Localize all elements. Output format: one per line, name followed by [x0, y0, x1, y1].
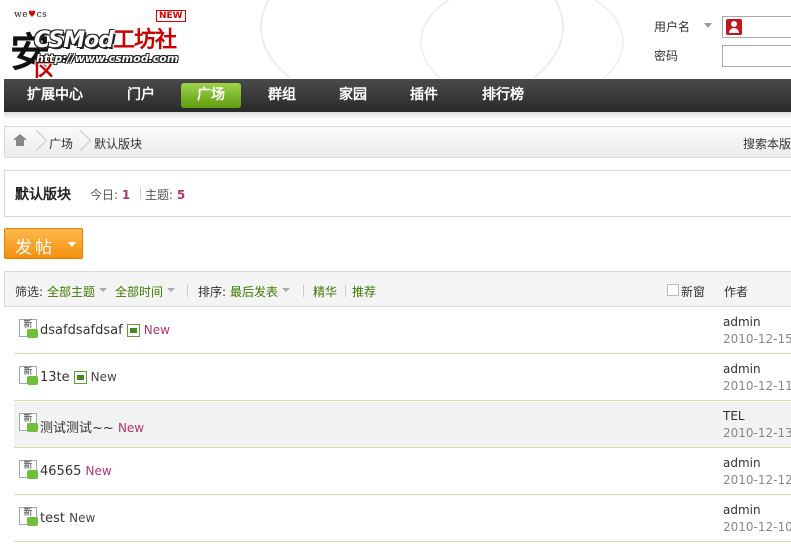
search-forum-link[interactable]: 搜索本版: [743, 135, 791, 152]
breadcrumb-separator: [77, 127, 87, 157]
thread-author[interactable]: admin: [723, 315, 761, 329]
new-post-button[interactable]: 发帖: [4, 228, 83, 259]
breadcrumb-separator: [33, 127, 43, 157]
table-row: 新 测试测试~~ New TEL 2010-12-13: [14, 402, 791, 448]
thread-author[interactable]: admin: [723, 362, 761, 376]
table-row: 新 46565 New admin 2010-12-12: [14, 449, 791, 495]
table-row: 新 test New admin 2010-12-10: [14, 496, 791, 542]
new-label: New: [143, 323, 170, 337]
chevron-down-icon: [68, 242, 76, 247]
thread-author[interactable]: TEL: [723, 409, 745, 423]
logo-new-badge: NEW: [156, 10, 186, 22]
divider: [303, 285, 304, 297]
today-stat: 今日: 1: [90, 188, 131, 202]
thread-subject[interactable]: test: [40, 511, 65, 526]
thread-subject[interactable]: 46565: [40, 464, 81, 479]
new-window-label: 新窗: [681, 285, 706, 299]
chevron-down-icon[interactable]: [99, 288, 107, 292]
new-label: New: [85, 464, 112, 478]
filter-all-topics[interactable]: 全部主题: [47, 283, 95, 300]
nav-item-plugins[interactable]: 插件: [410, 79, 438, 112]
new-label: New: [90, 370, 117, 384]
filter-label: 筛选:: [15, 285, 44, 299]
nav-item-home[interactable]: 家园: [339, 79, 367, 112]
thread-subject-line: 测试测试~~ New: [40, 417, 144, 436]
thread-author[interactable]: admin: [723, 456, 761, 470]
chevron-down-icon[interactable]: [282, 288, 290, 292]
nav-item-extensions[interactable]: 扩展中心: [27, 79, 83, 112]
chevron-down-icon[interactable]: [704, 23, 712, 28]
thread-date: 2010-12-15: [723, 332, 791, 346]
thread-subject-line: test New: [40, 511, 95, 526]
table-row: 新 13te New admin 2010-12-11: [14, 355, 791, 401]
thread-date: 2010-12-10: [723, 520, 791, 534]
new-thread-icon: 新: [19, 366, 38, 385]
new-thread-icon: 新: [19, 413, 38, 432]
sort-label: 排序:: [198, 285, 227, 299]
thread-subject[interactable]: 13te: [40, 370, 70, 385]
breadcrumb-item-forum[interactable]: 默认版块: [94, 135, 142, 152]
divider: [345, 285, 346, 297]
new-post-label: 发帖: [15, 238, 55, 258]
new-thread-icon: 新: [19, 460, 38, 479]
table-row: 新 dsafdsafdsaf New admin 2010-12-15: [14, 308, 791, 354]
heart-icon: ♥: [28, 10, 37, 20]
author-column-header: 作者: [724, 285, 749, 299]
nav-subbar: [4, 112, 791, 118]
nav-item-portal[interactable]: 门户: [127, 79, 155, 112]
chevron-down-icon[interactable]: [167, 288, 175, 292]
divider: [140, 187, 141, 199]
forum-title: 默认版块: [15, 187, 71, 203]
new-thread-icon: 新: [19, 507, 38, 526]
breadcrumb-item-square[interactable]: 广场: [49, 135, 73, 152]
topics-stat: 主题: 5: [145, 188, 186, 202]
thread-subject-line: 13te New: [40, 370, 117, 385]
filter-bar: 筛选: 全部主题 全部时间 排序: 最后发表 精华 推荐 新窗 作者: [4, 271, 791, 307]
thread-date: 2010-12-11: [723, 379, 791, 393]
thread-subject[interactable]: 测试测试~~: [40, 421, 114, 436]
thread-author[interactable]: admin: [723, 503, 761, 517]
nav-item-square[interactable]: 广场: [181, 83, 241, 108]
thread-subject-line: dsafdsafdsaf New: [40, 323, 170, 338]
site-logo[interactable]: we♥cs NEW 安 CSMod工坊社区 http://www.csmod.c…: [8, 8, 188, 78]
nav-item-ranking[interactable]: 排行榜: [482, 79, 524, 112]
divider: [187, 285, 188, 297]
home-icon[interactable]: [13, 134, 27, 147]
logo-tagline: we♥cs: [14, 10, 48, 20]
filter-recommend[interactable]: 推荐: [352, 283, 376, 300]
logo-brand: CSMod工坊社区: [34, 28, 177, 78]
logo-url: http://www.csmod.com: [36, 52, 179, 65]
filter-all-time[interactable]: 全部时间: [115, 283, 163, 300]
image-attachment-icon: [73, 371, 87, 384]
thread-date: 2010-12-12: [723, 473, 791, 487]
forum-header: 默认版块 今日: 1 主题: 5: [4, 170, 791, 217]
user-icon: [726, 19, 742, 35]
nav-item-groups[interactable]: 群组: [268, 79, 296, 112]
filter-digest[interactable]: 精华: [313, 283, 337, 300]
thread-subject[interactable]: dsafdsafdsaf: [40, 323, 123, 338]
password-input[interactable]: [722, 45, 791, 67]
main-nav: 扩展中心 门户 广场 群组 家园 插件 排行榜: [4, 79, 791, 112]
new-window-checkbox[interactable]: [667, 284, 679, 296]
thread-subject-line: 46565 New: [40, 464, 112, 479]
new-label: New: [117, 421, 145, 435]
image-attachment-icon: [126, 324, 140, 337]
decorative-swirl: [420, 0, 624, 78]
thread-date: 2010-12-13: [723, 426, 791, 440]
new-thread-icon: 新: [19, 319, 38, 338]
sort-last-post[interactable]: 最后发表: [230, 283, 278, 300]
breadcrumb: 广场 默认版块 搜索本版: [4, 126, 791, 158]
new-label: New: [69, 511, 96, 525]
site-header: we♥cs NEW 安 CSMod工坊社区 http://www.csmod.c…: [0, 0, 791, 78]
